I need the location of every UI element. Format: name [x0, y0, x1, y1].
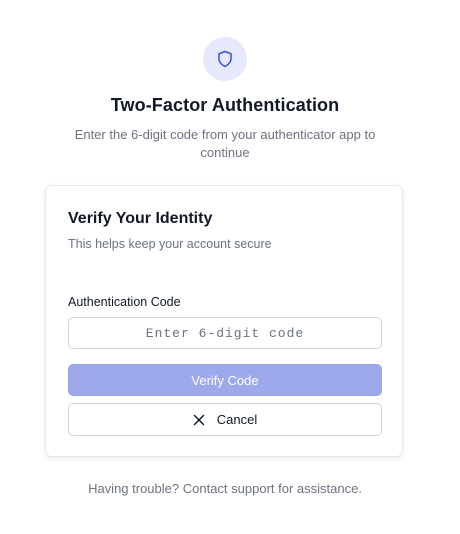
- authentication-code-label: Authentication Code: [68, 295, 181, 309]
- card-title: Verify Your Identity: [68, 210, 213, 227]
- authentication-code-input[interactable]: [68, 317, 382, 349]
- shield-badge: [203, 37, 247, 81]
- page-title: Two-Factor Authentication: [110, 95, 340, 115]
- card-subtitle: This helps keep your account secure: [68, 237, 272, 251]
- cancel-button-label: Cancel: [216, 412, 258, 427]
- page-subtitle: Enter the 6-digit code from your authent…: [74, 127, 376, 160]
- cancel-button[interactable]: Cancel: [68, 403, 382, 436]
- help-text: Having trouble? Contact support for assi…: [88, 481, 362, 496]
- shield-icon: [218, 50, 232, 68]
- close-icon: [193, 414, 205, 426]
- verify-code-button[interactable]: Verify Code: [68, 364, 382, 396]
- verify-card: Verify Your Identity This helps keep you…: [45, 185, 403, 457]
